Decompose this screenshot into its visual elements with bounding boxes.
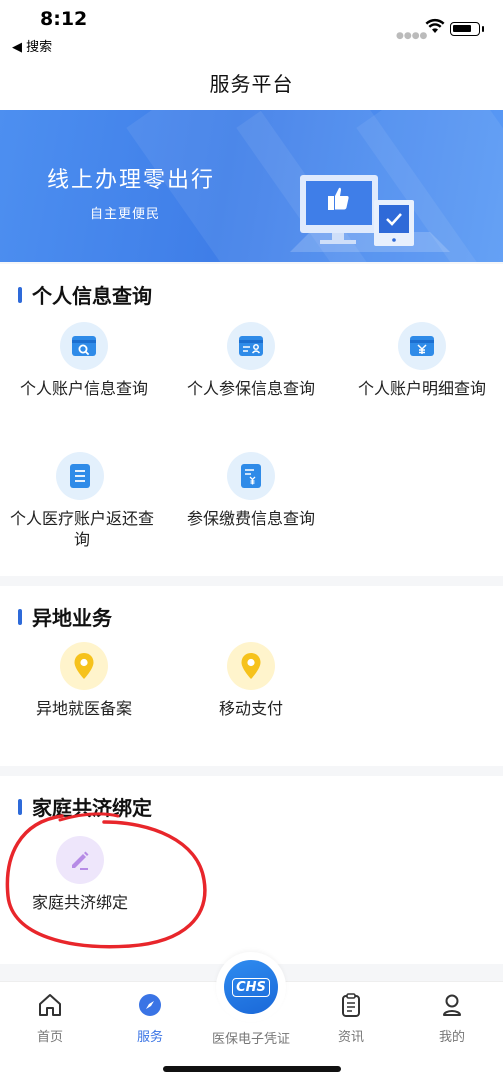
back-to-search-link[interactable]: ◀ 搜索 xyxy=(12,36,52,55)
banner-title: 线上办理零出行 xyxy=(47,168,216,193)
chs-icon: CHS xyxy=(224,960,278,1014)
payment-doc-icon xyxy=(227,452,275,500)
document-list-icon xyxy=(56,452,104,500)
location-pin-icon xyxy=(60,642,108,690)
family-binding-item[interactable]: 家庭共济绑定 xyxy=(0,836,164,913)
section-marker xyxy=(18,608,22,625)
tab-e-voucher[interactable]: 医保电子凭证 xyxy=(201,1024,301,1047)
section-header: 家庭共济绑定 xyxy=(18,792,152,821)
section-title: 异地业务 xyxy=(32,606,112,630)
user-icon xyxy=(443,994,461,1016)
home-indicator xyxy=(163,1066,341,1072)
section-header: 个人信息查询 xyxy=(18,280,152,309)
tab-home[interactable]: 首页 xyxy=(10,992,90,1045)
chs-badge: CHS xyxy=(232,977,270,997)
battery-icon xyxy=(450,22,484,36)
item-label: 家庭共济绑定 xyxy=(31,893,128,912)
tab-label: 资讯 xyxy=(337,1030,364,1045)
section-personal-info: 个人信息查询 个人账户信息查询 个人参保信息查询 个人账户明细查询 个人医疗账户… xyxy=(0,264,503,576)
item-label: 异地就医备案 xyxy=(35,699,132,718)
item-label: 参保缴费信息查询 xyxy=(186,509,315,528)
status-time: 8:12 xyxy=(40,8,88,30)
section-header: 异地业务 xyxy=(18,602,112,631)
tab-services[interactable]: 服务 xyxy=(110,992,190,1045)
home-icon xyxy=(39,994,61,1016)
page-title: 服务平台 xyxy=(209,72,294,96)
item-label: 移动支付 xyxy=(218,699,283,718)
insurance-card-icon xyxy=(227,322,275,370)
tab-profile[interactable]: 我的 xyxy=(412,992,492,1045)
mobile-payment-item[interactable]: 移动支付 xyxy=(167,642,335,719)
computer-illustration-icon xyxy=(290,175,450,252)
section-family-binding: 家庭共济绑定 家庭共济绑定 xyxy=(0,776,503,964)
item-label: 个人账户信息查询 xyxy=(19,379,148,398)
account-search-icon xyxy=(60,322,108,370)
status-bar: 8:12 ◀ 搜索 ●●●● xyxy=(0,0,503,58)
section-remote-services: 异地业务 异地就医备案 移动支付 xyxy=(0,586,503,766)
item-label: 个人账户明细查询 xyxy=(357,379,486,398)
yuan-card-icon xyxy=(398,322,446,370)
clipboard-icon xyxy=(342,993,360,1017)
hero-banner[interactable]: 线上办理零出行 自主更便民 xyxy=(0,110,503,262)
account-detail-query-item[interactable]: 个人账户明细查询 xyxy=(338,322,503,399)
remote-medical-filing-item[interactable]: 异地就医备案 xyxy=(0,642,168,719)
section-title: 家庭共济绑定 xyxy=(32,796,152,820)
tab-label: 首页 xyxy=(36,1030,63,1045)
section-marker xyxy=(18,286,22,303)
location-pin-icon xyxy=(227,642,275,690)
insurance-info-query-item[interactable]: 个人参保信息查询 xyxy=(167,322,335,399)
tab-label: 我的 xyxy=(438,1030,465,1045)
section-marker xyxy=(18,798,22,815)
tab-label: 服务 xyxy=(136,1030,163,1045)
cellular-signal-icon: ●●●● xyxy=(396,31,428,41)
chs-button[interactable]: CHS xyxy=(216,952,286,1022)
banner-subtitle: 自主更便民 xyxy=(90,207,161,222)
tab-news[interactable]: 资讯 xyxy=(311,992,391,1045)
nav-bar: 服务平台 xyxy=(0,58,503,110)
wifi-icon xyxy=(425,18,445,33)
item-label: 个人参保信息查询 xyxy=(186,379,315,398)
section-title: 个人信息查询 xyxy=(32,284,152,308)
compass-icon xyxy=(139,994,161,1016)
item-label: 个人医疗账户返还查询 xyxy=(9,509,154,549)
medical-account-refund-query-item[interactable]: 个人医疗账户返还查询 xyxy=(0,452,164,550)
insurance-payment-query-item[interactable]: 参保缴费信息查询 xyxy=(167,452,335,529)
edit-pencil-icon xyxy=(56,836,104,884)
account-info-query-item[interactable]: 个人账户信息查询 xyxy=(0,322,168,399)
tab-label: 医保电子凭证 xyxy=(211,1032,290,1047)
